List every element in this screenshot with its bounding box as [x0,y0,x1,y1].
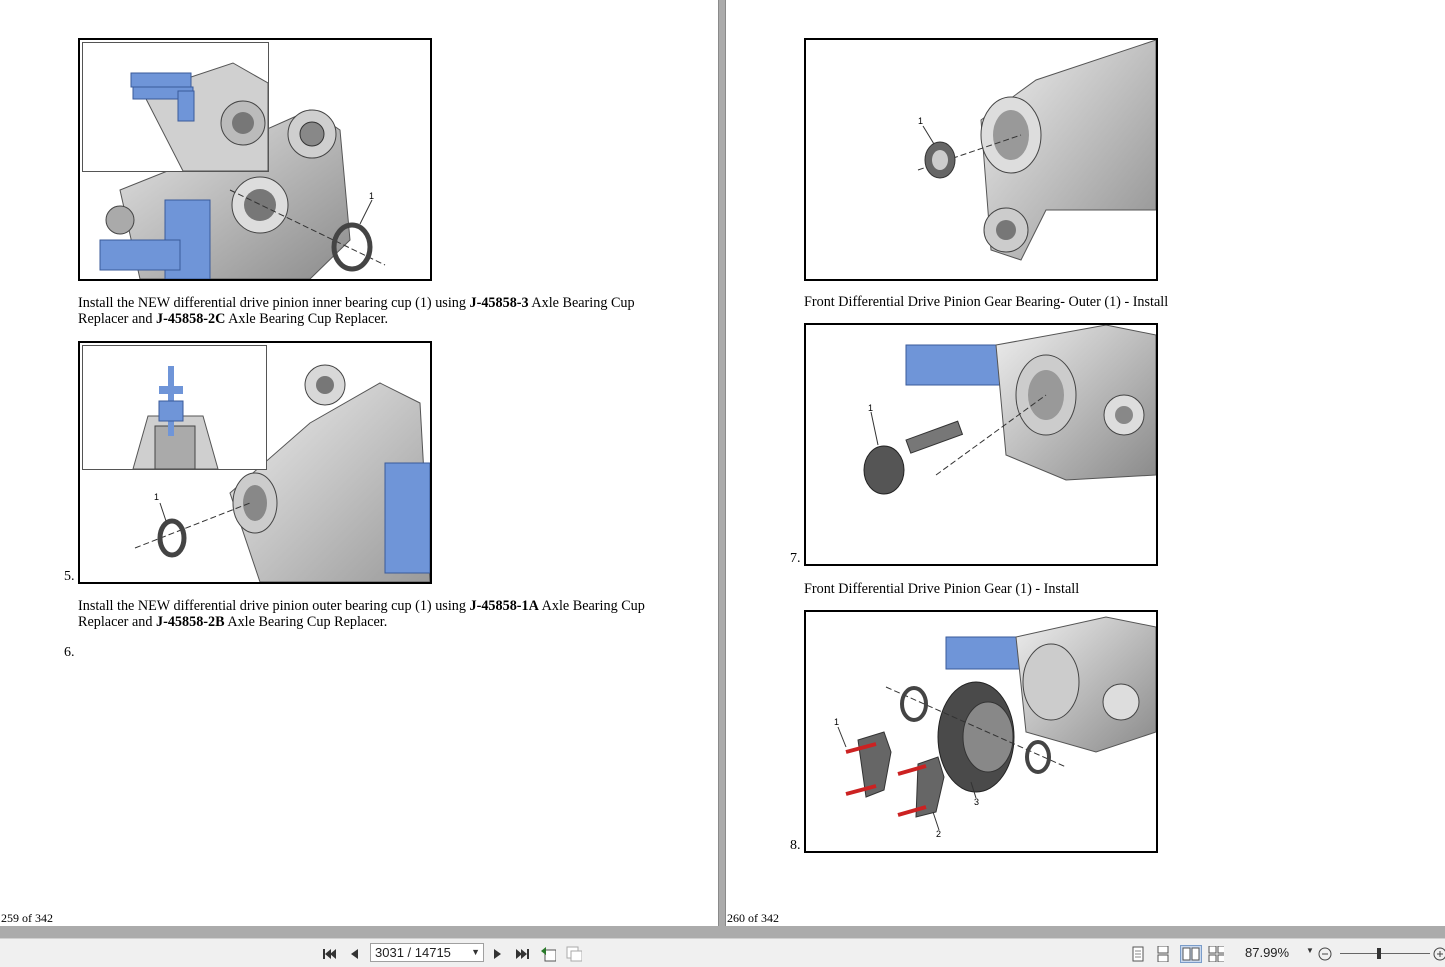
callout-1: 1 [868,403,873,413]
step-number-8: 8. [790,838,801,853]
continuous-icon[interactable] [1155,946,1171,962]
continuous-facing-icon[interactable] [1208,946,1224,962]
pinion-outer-bearing-illustration: 1 [917,40,1156,261]
facing-icon[interactable] [1180,945,1202,963]
page-label: 259 of 342 [1,911,53,925]
step-number-5: 5. [64,569,75,584]
page-divider [718,0,719,926]
page-label: 260 of 342 [727,911,779,925]
detail-inset [82,42,269,172]
next-view-icon[interactable] [566,946,582,962]
first-page-icon[interactable] [322,946,338,962]
chevron-down-icon[interactable]: ▼ [471,944,480,961]
step-number-7: 7. [790,551,801,566]
single-page-icon[interactable] [1130,946,1146,962]
page-number-field[interactable]: 3031 / 14715 ▼ [370,943,484,962]
figure-inner-bearing-cup: 1 [78,38,432,281]
zoom-out-icon[interactable] [1317,946,1333,962]
callout-1: 1 [834,717,839,727]
last-page-icon[interactable] [514,946,530,962]
previous-view-icon[interactable] [540,946,556,962]
zoom-slider-thumb[interactable] [1377,948,1381,959]
figure-outer-bearing-cup: 1 [78,341,432,584]
step-5-instruction: Install the NEW differential drive pinio… [78,295,635,327]
caption-outer-bearing-install: Front Differential Drive Pinion Gear Bea… [804,294,1169,310]
callout-1: 1 [154,492,159,502]
zoom-dropdown-icon[interactable]: ▼ [1306,946,1314,955]
callout-1: 1 [918,116,923,126]
zoom-level[interactable]: 87.99% [1245,945,1289,960]
navigation-toolbar: 3031 / 14715 ▼ 87.99% ▼ [0,938,1445,967]
callout-3: 3 [974,797,979,807]
callout-2: 2 [936,829,941,839]
differential-assembly-illustration: 1 2 3 [834,616,1156,839]
next-page-icon[interactable] [490,946,506,962]
previous-page-icon[interactable] [346,946,362,962]
caption-pinion-gear-install: Front Differential Drive Pinion Gear (1)… [804,581,1080,597]
figure-pinion-gear: 1 [804,323,1158,566]
step-number-6: 6. [64,645,75,660]
zoom-in-icon[interactable] [1432,946,1445,962]
figure-pinion-outer-bearing: 1 [804,38,1158,281]
figure-differential-assembly: 1 2 3 [804,610,1158,853]
right-document-page: 1 Front Differential Drive Pinion Gear B… [726,0,1445,926]
pinion-gear-illustration: 1 [863,325,1156,495]
step-6-instruction: Install the NEW differential drive pinio… [78,598,645,630]
callout-1: 1 [369,191,374,201]
left-document-page: 1 Install the NEW differential drive pin… [0,0,718,926]
detail-inset [82,345,267,470]
zoom-slider[interactable] [1340,953,1430,954]
